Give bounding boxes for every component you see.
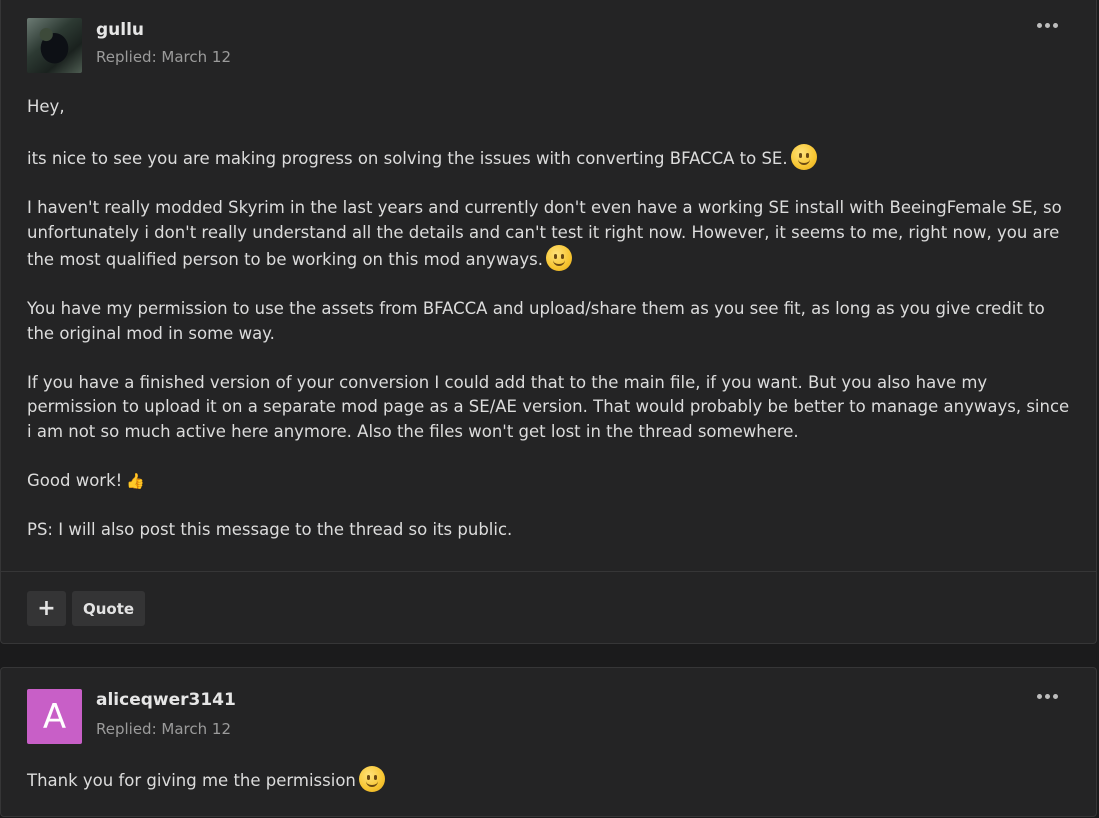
post-content: Hey, its nice to see you are making prog…: [27, 95, 1072, 567]
reply-date: Replied: March 12: [96, 720, 231, 738]
paragraph: If you have a finished version of your c…: [27, 372, 1070, 441]
ellipsis-icon[interactable]: [1037, 23, 1058, 28]
quote-button[interactable]: Quote: [72, 591, 145, 626]
author-name[interactable]: gullu: [96, 20, 144, 40]
user-avatar[interactable]: A: [27, 689, 82, 744]
post-aliceqwer3141: A aliceqwer3141 Replied: March 12 Thank …: [0, 667, 1097, 817]
smile-emoji-icon: [358, 766, 385, 792]
reply-date: Replied: March 12: [96, 48, 231, 66]
smile-emoji-icon: [546, 245, 573, 271]
paragraph: its nice to see you are making progress …: [27, 144, 1072, 172]
user-avatar[interactable]: [27, 18, 82, 73]
paragraph: Hey,: [27, 97, 65, 116]
ellipsis-icon[interactable]: [1037, 694, 1058, 699]
post-divider: [1, 571, 1096, 572]
smile-emoji-icon: [790, 144, 817, 170]
author-name[interactable]: aliceqwer3141: [96, 690, 236, 710]
paragraph: I haven't really modded Skyrim in the la…: [27, 198, 1062, 271]
post-content: Thank you for giving me the permission: [27, 766, 1072, 818]
paragraph: PS: I will also post this message to the…: [27, 519, 513, 539]
thumbs-up-emoji-icon: 👍: [126, 471, 145, 490]
post-gullu: gullu Replied: March 12 Hey, its nice to…: [0, 0, 1097, 644]
paragraph: You have my permission to use the assets…: [27, 299, 1045, 343]
react-plus-button[interactable]: +: [27, 591, 66, 626]
paragraph: Good work! 👍: [27, 470, 145, 490]
paragraph: Thank you for giving me the permission: [27, 766, 1072, 794]
